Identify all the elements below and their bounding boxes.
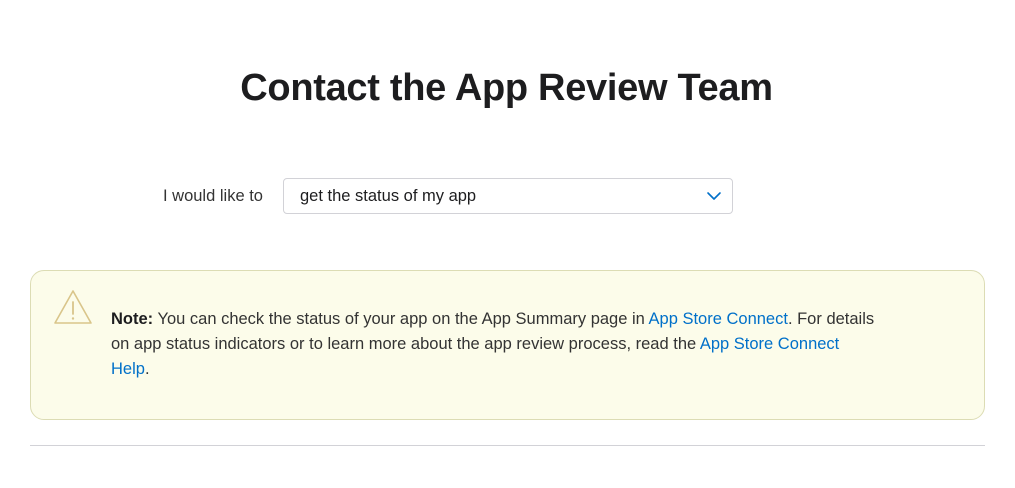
request-type-selected-value: get the status of my app [300, 186, 477, 205]
page-title: Contact the App Review Team [240, 67, 773, 109]
request-type-label: I would like to [163, 186, 263, 205]
note-text-part-3: . [144, 360, 150, 378]
note-box: Note: You can check the status of your a… [30, 270, 985, 420]
warning-triangle-icon [54, 290, 92, 324]
app-store-connect-link[interactable]: App Store Connect [649, 310, 788, 328]
note-text-part-1: You can check the status of your app on … [153, 310, 649, 328]
contact-page: Contact the App Review Team I would like… [0, 0, 1015, 488]
note-text: Note: You can check the status of your a… [111, 307, 881, 382]
divider [30, 445, 985, 446]
chevron-down-icon [707, 192, 721, 200]
request-type-select[interactable]: get the status of my app [283, 178, 733, 214]
request-type-row: I would like to get the status of my app [163, 178, 733, 214]
note-prefix: Note: [111, 310, 154, 328]
